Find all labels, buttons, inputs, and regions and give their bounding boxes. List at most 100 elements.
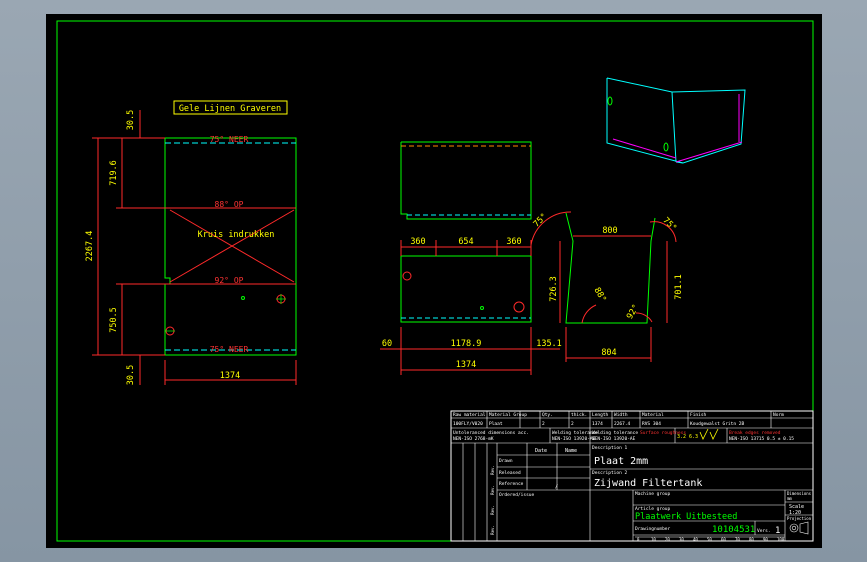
dim-bottom-flange: 30.5 [126, 365, 136, 385]
front-view: Gele Lijnen Graveren 75° NEER 88° OP Kru… [85, 100, 297, 385]
svg-text:2: 2 [571, 421, 574, 427]
dim-top-flange: 30.5 [126, 110, 136, 130]
edges-label: Break edges removed [729, 430, 781, 436]
svg-text:Material: Material [642, 412, 664, 418]
svg-text:Raw material: Raw material [453, 412, 486, 418]
front-vertical-dimensions [92, 110, 297, 385]
rev-side-1: Rev. [490, 465, 495, 475]
cad-viewport: Gele Lijnen Graveren 75° NEER 88° OP Kru… [0, 0, 867, 562]
iso-hole-1 [607, 96, 613, 106]
angle-top-left: 75° [532, 212, 550, 230]
angle-top-right: 75° [660, 216, 678, 234]
rev-side-3: Rev. [490, 505, 495, 515]
rev-row-ordered: Ordered/issue [499, 492, 535, 498]
svg-text:Plaat: Plaat [489, 421, 503, 427]
welding-tolerance-label: Welding tolerance [592, 430, 638, 436]
iso-hole-2 [663, 142, 669, 152]
plan-dimensions [380, 240, 560, 375]
rev-side-2: Rev. [490, 485, 495, 495]
svg-text:Norm: Norm [773, 412, 784, 418]
projection-label: Projection [787, 516, 812, 521]
svg-text:50: 50 [707, 537, 712, 542]
side-dim-left: 726.3 [549, 276, 559, 302]
iso-edge-1 [671, 91, 677, 163]
rev-header-name: Name [565, 448, 577, 454]
svg-text:100: 100 [777, 537, 785, 542]
bend-label-88: 88° OP [215, 200, 244, 209]
surface-values: 3.2 6.3 [677, 434, 698, 440]
rev-row-reference: Reference [499, 481, 524, 487]
angle-arc-left-inner [581, 304, 597, 324]
svg-text:RVS 304: RVS 304 [642, 421, 661, 427]
technical-drawing: Gele Lijnen Graveren 75° NEER 88° OP Kru… [56, 20, 814, 542]
svg-text:thick.: thick. [571, 412, 587, 418]
svg-text:Width: Width [614, 412, 628, 418]
surface-roughness-icon [699, 428, 719, 440]
title-block: Raw material Material Group Qty. thick. … [450, 410, 814, 542]
rev-row-drawn: Drawn [499, 458, 513, 464]
dim-total-height: 2267.4 [85, 231, 95, 262]
svg-text:40: 40 [693, 537, 698, 542]
plan-dim-right-flange: 135.1 [536, 339, 562, 349]
drawing-number-label: Drawingnumber [635, 526, 671, 532]
rev-row-released: Released [499, 470, 521, 476]
side-dim-right: 701.1 [674, 274, 684, 300]
svg-text:90: 90 [763, 537, 768, 542]
edges-spec: NEN-ISO 13715 0.5 ± 0.15 [729, 436, 794, 442]
machine-group-label: Machine group [635, 491, 671, 497]
svg-text:Finish: Finish [690, 412, 707, 418]
plan-hole-right [513, 301, 525, 313]
welding-spec: NEN-ISO 13920-AE [552, 436, 596, 442]
welding-tolerance-spec: NEN-ISO 13920-AE [592, 436, 636, 442]
engrave-note-text: Gele Lijnen Graveren [179, 104, 281, 114]
svg-text:60: 60 [721, 537, 726, 542]
plan-dim-left: 360 [410, 237, 425, 247]
iso-inner-1 [675, 141, 743, 163]
side-dim-bottom: 804 [601, 348, 616, 358]
side-dimensions [559, 235, 668, 362]
svg-text:70: 70 [735, 537, 740, 542]
bend-label-bottom: 75° NEER [210, 345, 249, 354]
desc1-value: Plaat 2mm [594, 456, 648, 467]
svg-text:10: 10 [651, 537, 656, 542]
bend-label-top: 75° NEER [210, 135, 249, 144]
tolerance-spec: NEN-ISO 2768-mK [453, 436, 494, 442]
svg-text:2267.4: 2267.4 [614, 421, 631, 427]
top-view-outline [400, 141, 532, 220]
svg-text:80: 80 [749, 537, 754, 542]
iso-inner-2 [612, 138, 677, 159]
plan-hole-left [402, 271, 412, 281]
side-dim-top: 800 [602, 226, 617, 236]
iso-outer [606, 77, 746, 164]
plan-hole-small [480, 306, 484, 310]
hole-small [241, 296, 245, 300]
plan-view-outline [400, 255, 532, 323]
projection-symbol-icon [789, 521, 809, 535]
angle-left-inner: 88° [592, 286, 608, 304]
rev-side-4: Rev. [490, 525, 495, 535]
title-header-row: Raw material Material Group Qty. thick. … [453, 412, 784, 418]
dim-lower: 750.5 [109, 307, 119, 333]
plan-view: 360 654 360 60 1178.9 135.1 1374 [380, 237, 562, 375]
article-group-value: Plaatwerk Uitbesteed [635, 512, 737, 522]
desc1-label: Description 1 [592, 445, 628, 451]
dim-upper: 719.6 [109, 160, 119, 186]
svg-text:30: 30 [679, 537, 684, 542]
tolerance-general: Untoleranced dimensions acc. [453, 430, 529, 436]
svg-text:Length: Length [592, 412, 609, 418]
dim-width: 1374 [220, 371, 240, 381]
dimensions-value: mm [787, 496, 792, 501]
plan-dim-left-flange: 60 [382, 339, 392, 349]
cross-label: Kruis indrukken [198, 230, 275, 240]
angle-arc-right-inner [635, 312, 653, 323]
version-value: 1 [775, 526, 780, 536]
svg-text:Qty.: Qty. [542, 412, 553, 418]
plan-dim-body: 1178.9 [451, 339, 482, 349]
svg-text:2: 2 [542, 421, 545, 427]
svg-text:100FLY/V020: 100FLY/V020 [453, 421, 483, 427]
drawing-number: 10104531 [712, 525, 755, 535]
version-label: Vers. [757, 528, 771, 534]
plan-dim-total: 1374 [456, 360, 476, 370]
rev-header-date: Date [535, 448, 547, 454]
angle-right-inner: 92° [625, 303, 641, 321]
